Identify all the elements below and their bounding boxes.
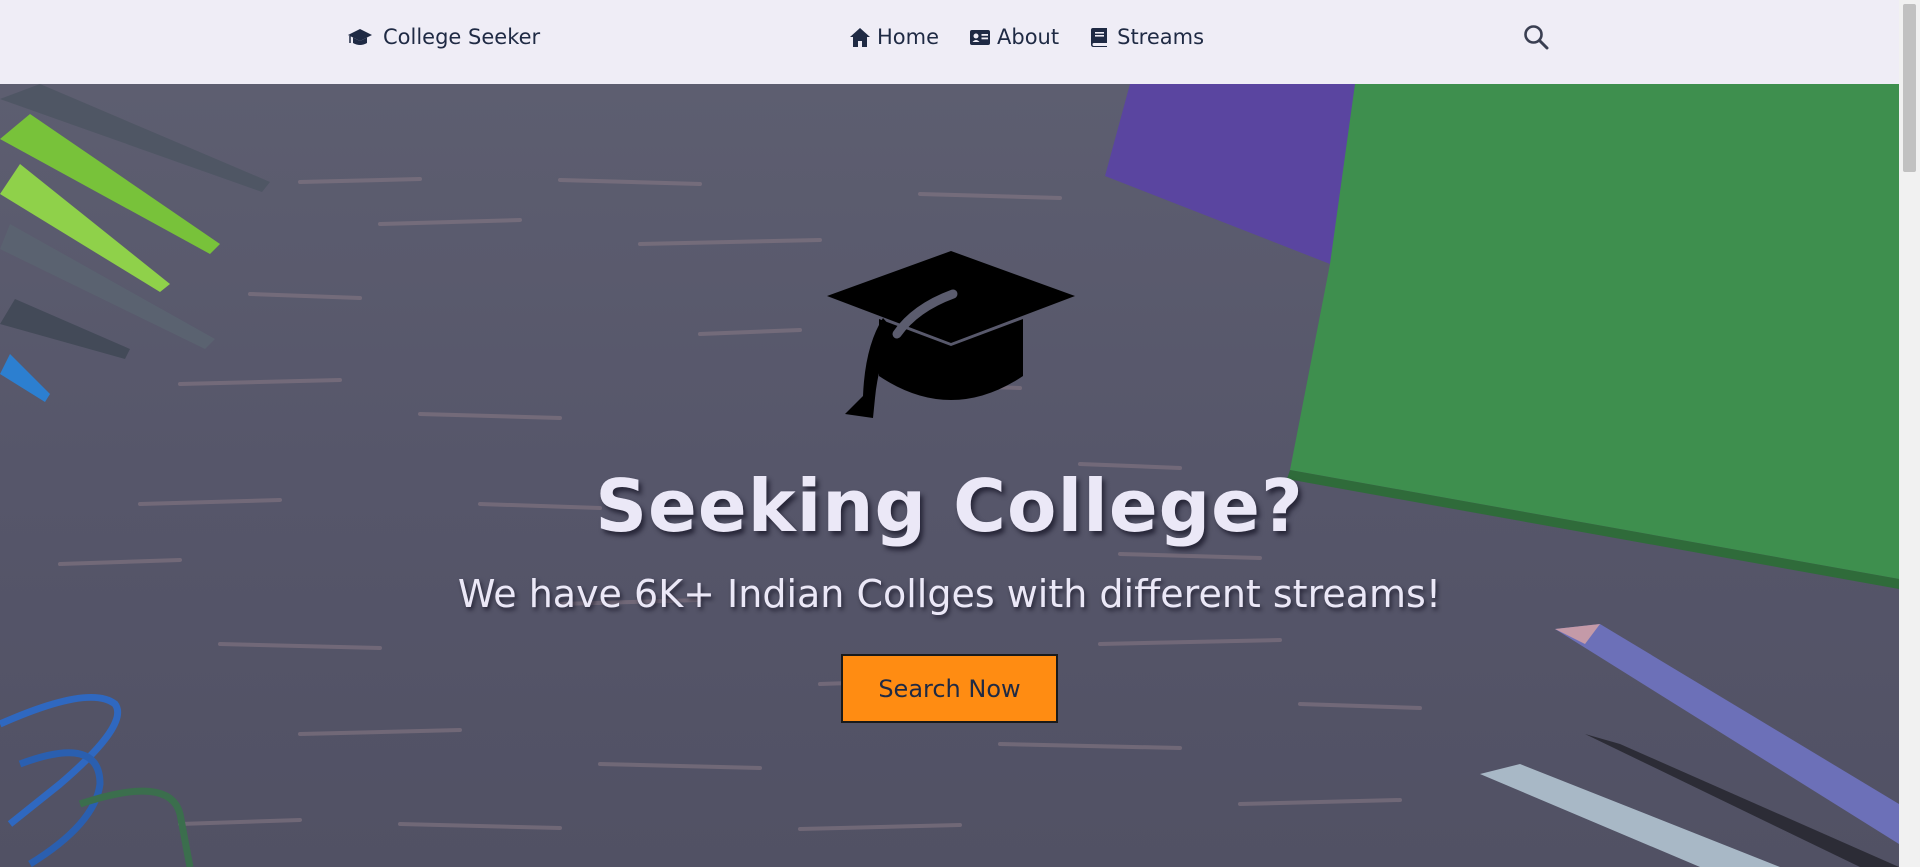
brand-link[interactable]: College Seeker — [347, 22, 540, 52]
search-icon — [1524, 25, 1549, 50]
nav-link-about[interactable]: About — [969, 25, 1059, 49]
hero-section: Seeking College? We have 6K+ Indian Coll… — [0, 84, 1899, 867]
vertical-scrollbar[interactable] — [1899, 0, 1920, 867]
nav-link-streams[interactable]: Streams — [1089, 25, 1204, 49]
search-now-button[interactable]: Search Now — [841, 654, 1058, 723]
search-button[interactable] — [1523, 24, 1551, 52]
home-icon — [850, 27, 870, 47]
graduation-cap-icon — [827, 251, 1075, 418]
hero-subtitle: We have 6K+ Indian Collges with differen… — [457, 572, 1442, 616]
nav-link-label: Streams — [1117, 25, 1205, 49]
hero-title: Seeking College? — [595, 464, 1304, 548]
nav-link-home[interactable]: Home — [849, 25, 939, 49]
nav-links: Home About Streams — [849, 22, 1204, 52]
scrollbar-thumb[interactable] — [1903, 4, 1916, 172]
book-icon — [1091, 27, 1108, 47]
nav-link-label: About — [997, 25, 1060, 49]
nav-link-label: Home — [877, 25, 940, 49]
navbar: College Seeker Home About Streams — [0, 0, 1899, 84]
graduation-cap-icon — [348, 29, 372, 45]
brand-label: College Seeker — [383, 25, 541, 49]
id-card-icon — [970, 29, 991, 45]
